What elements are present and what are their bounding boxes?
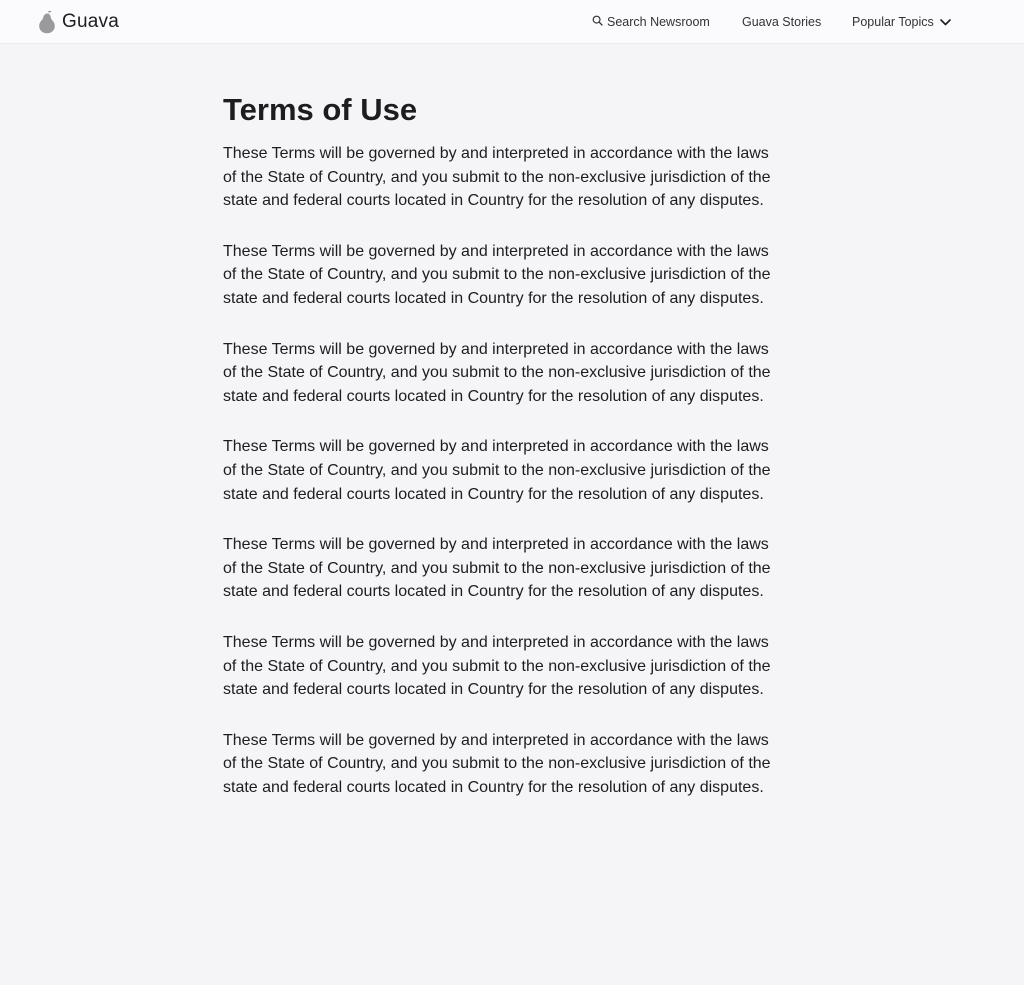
- terms-content: Terms of Use These Terms will be governe…: [223, 88, 783, 799]
- page-title: Terms of Use: [223, 92, 418, 127]
- terms-paragraph: These Terms will be governed by and inte…: [223, 536, 771, 601]
- guava-fruit-icon: [38, 10, 56, 34]
- search-newsroom-label: Search Newsroom: [607, 15, 710, 29]
- popular-topics-label: Popular Topics: [852, 15, 934, 29]
- top-navigation-bar: Guava Search Newsroom Guava Stories Popu…: [0, 0, 1024, 44]
- search-newsroom-link[interactable]: Search Newsroom: [592, 0, 710, 44]
- search-icon: [592, 15, 603, 29]
- popular-topics-dropdown[interactable]: Popular Topics: [852, 0, 951, 44]
- terms-paragraph: These Terms will be governed by and inte…: [223, 731, 771, 796]
- terms-paragraph: These Terms will be governed by and inte…: [223, 340, 771, 405]
- terms-paragraph: These Terms will be governed by and inte…: [223, 438, 771, 503]
- guava-stories-link[interactable]: Guava Stories: [742, 0, 821, 44]
- terms-paragraph: These Terms will be governed by and inte…: [223, 145, 771, 210]
- brand-home-link[interactable]: Guava: [38, 10, 119, 34]
- guava-stories-label: Guava Stories: [742, 15, 822, 29]
- terms-paragraph: These Terms will be governed by and inte…: [223, 242, 771, 307]
- terms-paragraph: These Terms will be governed by and inte…: [223, 633, 771, 699]
- brand-name: Guava: [62, 11, 119, 32]
- chevron-down-icon: [939, 15, 951, 29]
